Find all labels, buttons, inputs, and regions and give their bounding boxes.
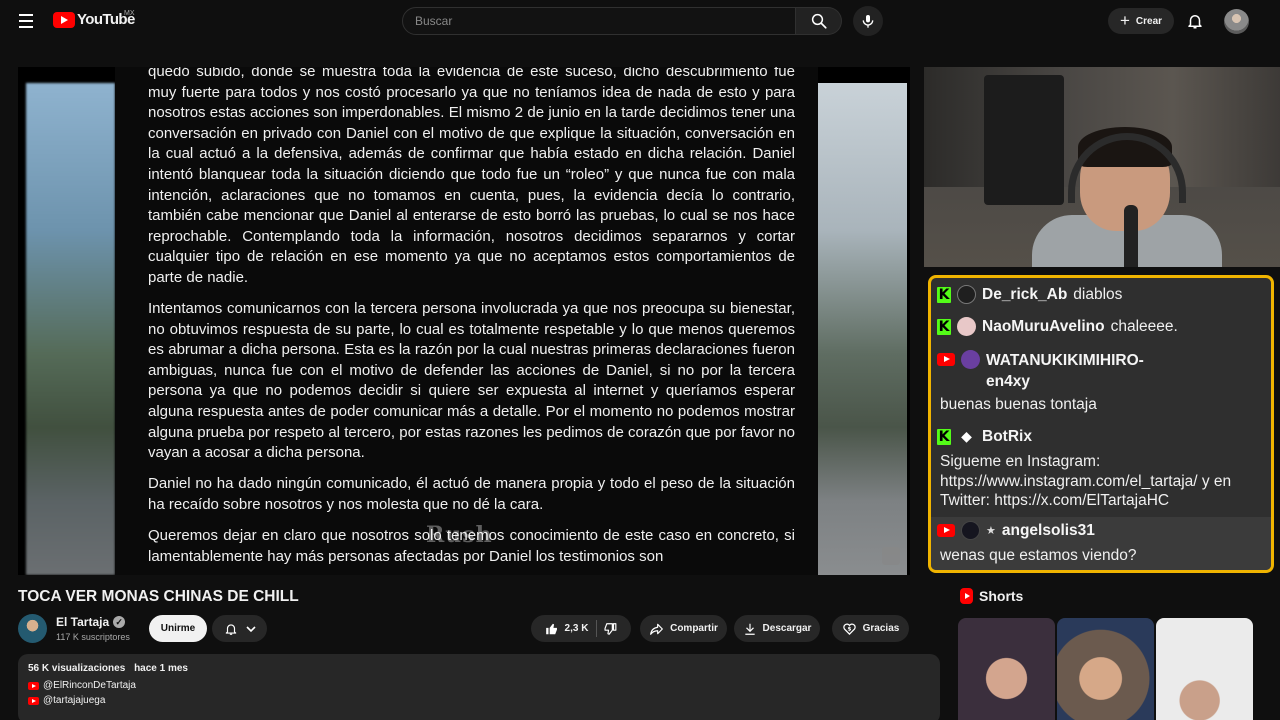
chat-overlay: K De_rick_Ab diablos K NaoMuruAvelino ch… — [928, 275, 1274, 573]
youtube-icon — [937, 524, 955, 537]
microphone-icon — [1124, 205, 1138, 267]
rush-watermark: Rush — [426, 522, 493, 548]
shorts-label: Shorts — [979, 588, 1024, 604]
chat-username: WATANUKIKIMIHIRO-en4xy — [986, 352, 1144, 390]
view-count: 56 K visualizaciones — [28, 663, 126, 674]
thumbs-up-icon — [545, 623, 557, 634]
chat-username: BotRix — [982, 427, 1032, 445]
chat-message: WATANUKIKIMIHIRO-en4xy buenas buenas ton… — [937, 350, 1267, 415]
search-box — [402, 7, 796, 35]
bell-icon — [225, 623, 236, 635]
chat-text: wenas que estamos viendo? — [940, 547, 1137, 564]
chat-username: NaoMuruAvelino — [982, 317, 1105, 335]
streamer — [1032, 125, 1222, 267]
description-box[interactable]: 56 K visualizaciones hace 1 mes @ElRinco… — [18, 654, 940, 720]
document-paragraph: quedó subido, donde se muestra toda la e… — [148, 67, 795, 286]
search-input[interactable] — [403, 8, 795, 34]
notifications-button[interactable] — [1184, 10, 1206, 32]
download-label: Descargar — [762, 623, 812, 634]
plus-icon: + — [1119, 10, 1130, 30]
document-paragraph: Intentamos comunicarnos con la tercera p… — [148, 300, 795, 462]
chat-message: K De_rick_Ab diablos — [937, 285, 1267, 304]
blurred-background-left — [26, 83, 115, 575]
youtube-logo[interactable]: YouTube — [53, 11, 135, 28]
channel-name-link[interactable]: El Tartaja ✓ — [56, 615, 126, 629]
description-meta: 56 K visualizaciones hace 1 mes — [28, 663, 930, 674]
short-thumbnail[interactable] — [1057, 618, 1154, 720]
chat-username: angelsolis31 — [1001, 521, 1095, 539]
shorts-header: Shorts — [960, 588, 1023, 604]
chat-text: diablos — [1073, 285, 1123, 303]
short-thumbnail[interactable] — [1156, 618, 1253, 720]
menu-icon[interactable] — [14, 10, 38, 32]
thanks-button[interactable]: $ Gracias — [832, 615, 909, 642]
channel-handle: @ElRinconDeTartaja — [43, 680, 136, 691]
description-link[interactable]: @ElRinconDeTartaja — [28, 680, 930, 691]
share-button[interactable]: Compartir — [640, 615, 727, 642]
share-label: Compartir — [670, 623, 718, 634]
download-icon — [744, 623, 755, 635]
chat-text: chaleeee. — [1110, 317, 1178, 335]
youtube-icon — [28, 696, 39, 705]
create-label: Crear — [1135, 15, 1163, 27]
user-avatar — [957, 317, 976, 336]
chat-message: ★ angelsolis31 wenas que estamos viendo? — [931, 517, 1271, 570]
webcam-overlay — [924, 67, 1280, 267]
youtube-icon — [28, 681, 39, 690]
channel-handle: @tartajajuega — [43, 695, 106, 706]
channel-avatar[interactable] — [18, 614, 47, 643]
like-count: 2,3 K — [564, 623, 589, 634]
chat-text: buenas buenas tontaja — [940, 396, 1097, 413]
country-code: MX — [124, 10, 135, 17]
description-link[interactable]: @tartajajuega — [28, 695, 930, 706]
share-icon — [650, 623, 664, 635]
like-button[interactable]: 2,3 K — [545, 620, 598, 637]
statement-document: quedó subido, donde se muestra toda la e… — [115, 67, 818, 575]
chevron-down-icon — [245, 625, 256, 632]
user-avatar — [957, 285, 976, 304]
microphone-icon — [862, 15, 874, 28]
video-title: TOCA VER MONAS CHINAS DE CHILL — [18, 588, 299, 605]
youtube-icon — [937, 353, 955, 366]
thanks-label: Gracias — [862, 623, 900, 634]
shorts-icon — [960, 588, 973, 604]
thumbs-down-icon — [604, 622, 617, 635]
dislike-button[interactable] — [603, 622, 617, 636]
search-icon — [811, 13, 827, 29]
bell-icon — [1188, 15, 1202, 29]
user-avatar — [961, 521, 980, 540]
subscription-notifications-button[interactable] — [212, 615, 267, 642]
kick-icon: K — [937, 428, 951, 445]
thanks-heart-icon: $ — [842, 623, 856, 636]
top-bar: YouTube MX + Crear — [0, 0, 1280, 42]
short-thumbnail[interactable] — [958, 618, 1055, 720]
join-button[interactable]: Unirme — [149, 615, 207, 642]
create-button[interactable]: + Crear — [1108, 8, 1174, 34]
voice-search-button[interactable] — [853, 6, 883, 36]
channel-watermark-icon — [882, 547, 900, 565]
star-badge-icon: ★ — [986, 525, 996, 537]
chat-message: K NaoMuruAvelino chaleeee. — [937, 317, 1267, 336]
video-player[interactable]: quedó subido, donde se muestra toda la e… — [18, 67, 910, 575]
upload-date: hace 1 mes — [134, 663, 188, 674]
blurred-background-right — [818, 83, 907, 575]
youtube-logo-icon — [53, 11, 75, 28]
channel-name: El Tartaja — [56, 615, 110, 629]
like-dislike-group: 2,3 K — [531, 615, 631, 642]
document-paragraph: Daniel no ha dado ningún comunicado, él … — [148, 475, 795, 513]
verified-icon: ✓ — [113, 616, 126, 628]
search-button[interactable] — [796, 7, 842, 35]
subscriber-count: 117 K suscriptores — [56, 632, 130, 642]
kick-icon: K — [937, 286, 951, 303]
account-avatar[interactable] — [1224, 9, 1249, 34]
chat-message: K ◆ BotRix Sigueme en Instagram: https:/… — [937, 427, 1267, 511]
svg-text:$: $ — [847, 627, 851, 633]
download-button[interactable]: Descargar — [734, 615, 820, 642]
user-avatar — [961, 350, 980, 369]
chat-username: De_rick_Ab — [982, 285, 1068, 303]
chat-text: Sigueme en Instagram: https://www.instag… — [940, 453, 1232, 510]
bot-icon: ◆ — [961, 428, 972, 444]
kick-icon: K — [937, 318, 951, 335]
